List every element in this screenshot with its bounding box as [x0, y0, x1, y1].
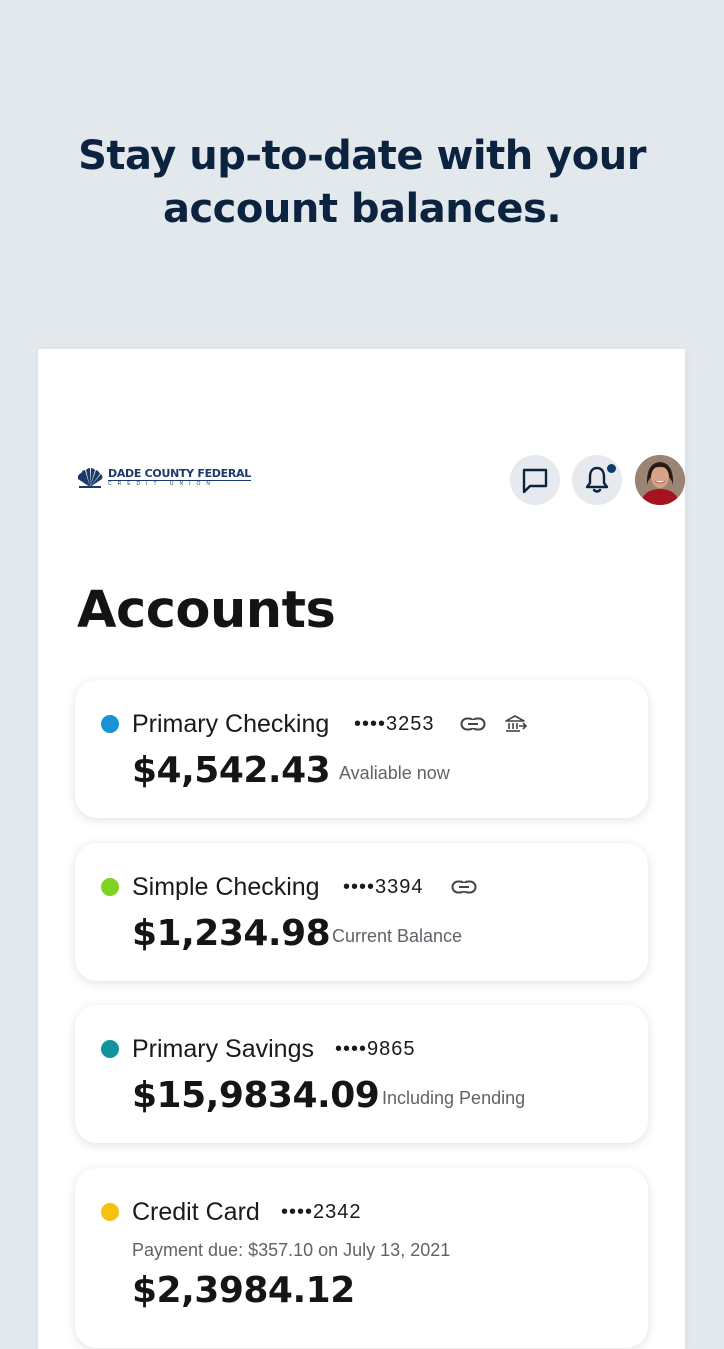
app-header: DADE COUNTY FEDERAL CREDIT UNION: [75, 455, 685, 505]
account-balance: $2,3984.12: [132, 1270, 355, 1311]
link-icon[interactable]: [451, 875, 477, 899]
avatar-photo: [635, 455, 685, 505]
link-icon[interactable]: [460, 712, 486, 736]
account-card-primary-checking[interactable]: Primary Checking ••••3253 $4,542.43 Aval…: [75, 680, 648, 818]
phone-screen: DADE COUNTY FEDERAL CREDIT UNION Account…: [38, 349, 685, 1349]
balance-label: Including Pending: [382, 1088, 526, 1108]
headline-line-2: account balances.: [162, 186, 562, 232]
account-name: Primary Checking: [132, 710, 330, 738]
account-card-simple-checking[interactable]: Simple Checking ••••3394 $1,234.98 Curre…: [75, 843, 648, 981]
messages-button[interactable]: [510, 455, 560, 505]
account-number-mask: ••••3394: [343, 876, 424, 898]
bank-transfer-icon[interactable]: [503, 712, 529, 736]
account-number-mask: ••••2342: [281, 1201, 362, 1223]
account-name: Simple Checking: [132, 873, 320, 901]
account-balance: $15,9834.09: [132, 1075, 380, 1116]
logo-name: DADE COUNTY FEDERAL: [108, 467, 251, 481]
account-name: Primary Savings: [132, 1035, 314, 1063]
account-color-dot: [101, 715, 119, 733]
balance-label: Current Balance: [332, 926, 463, 946]
logo-subtitle: CREDIT UNION: [108, 481, 217, 487]
headline-line-1: Stay up-to-date with your: [78, 133, 646, 179]
logo-shell-icon: [77, 468, 103, 488]
account-color-dot: [101, 1203, 119, 1221]
account-color-dot: [101, 1040, 119, 1058]
notifications-button[interactable]: [572, 455, 622, 505]
account-card-primary-savings[interactable]: Primary Savings ••••9865 $15,9834.09 Inc…: [75, 1005, 648, 1143]
page-title: Accounts: [77, 581, 336, 640]
account-balance: $1,234.98: [132, 913, 331, 954]
account-number-mask: ••••3253: [354, 713, 435, 735]
account-name: Credit Card: [132, 1198, 260, 1226]
balance-label: Avaliable now: [339, 763, 450, 783]
account-card-credit-card[interactable]: Credit Card ••••2342 Payment due: $357.1…: [75, 1168, 648, 1348]
account-number-mask: ••••9865: [335, 1038, 416, 1060]
payment-due-text: Payment due: $357.10 on July 13, 2021: [132, 1240, 451, 1260]
notification-badge: [605, 462, 618, 475]
credit-union-logo[interactable]: DADE COUNTY FEDERAL CREDIT UNION: [75, 467, 251, 489]
user-avatar[interactable]: [635, 455, 685, 505]
account-color-dot: [101, 878, 119, 896]
account-balance: $4,542.43: [132, 750, 331, 791]
marketing-headline: Stay up-to-date with your account balanc…: [0, 130, 724, 236]
chat-bubble-icon: [522, 468, 548, 494]
